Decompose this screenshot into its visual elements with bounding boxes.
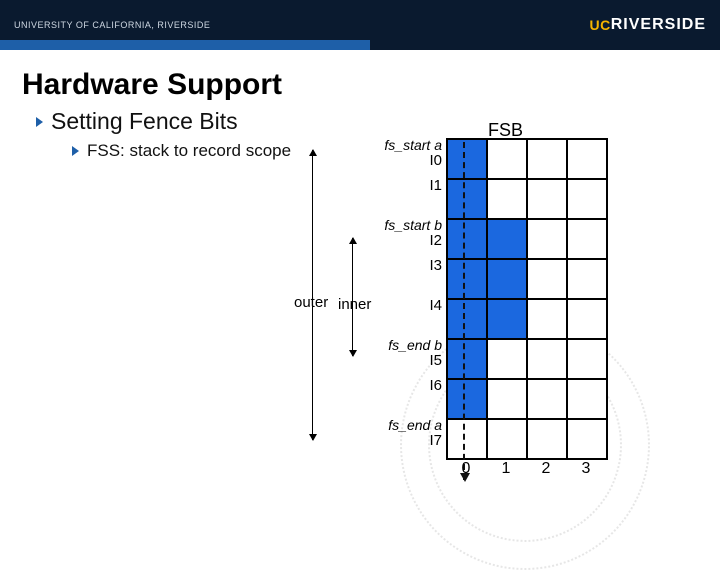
app-header: UNIVERSITY OF CALIFORNIA, RIVERSIDE UC R…	[0, 0, 720, 50]
col-label-0: 0	[446, 460, 486, 478]
fill-direction-arrow	[463, 142, 465, 480]
fsb-cell-r4-c3	[567, 299, 607, 339]
fsb-cell-r5-c1	[487, 339, 527, 379]
fsb-cell-r4-c2	[527, 299, 567, 339]
fsb-cell-r6-c1	[487, 379, 527, 419]
fsb-cell-r6-c3	[567, 379, 607, 419]
fsb-cell-r5-c2	[527, 339, 567, 379]
fsb-cell-r7-c1	[487, 419, 527, 459]
fsb-cell-r5-c3	[567, 339, 607, 379]
outer-scope-arrow	[312, 150, 313, 440]
column-labels: 0 1 2 3	[446, 460, 606, 478]
instruction-labels: fs_start aI0 I1 fs_start bI2 I3 I4 fs_en…	[358, 138, 446, 458]
fsb-cell-r0-c1	[487, 139, 527, 179]
fsb-cell-r3-c0	[447, 259, 487, 299]
fsb-cell-r0-c3	[567, 139, 607, 179]
header-logo: UC RIVERSIDE	[590, 16, 706, 34]
fsb-cell-r2-c0	[447, 219, 487, 259]
col-label-2: 2	[526, 460, 566, 478]
fsb-cell-r6-c2	[527, 379, 567, 419]
inner-scope-label: inner	[338, 296, 371, 313]
logo-uc: UC	[590, 17, 611, 33]
fsb-diagram: FSB fs_start aI0 I1 fs_start bI2 I3 I4 f…	[348, 130, 708, 530]
row-I3: I3	[358, 258, 446, 298]
fsb-cell-r4-c1	[487, 299, 527, 339]
bullet-sub-text: FSS: stack to record scope	[87, 141, 291, 161]
row-I2: fs_start bI2	[358, 218, 446, 258]
row-I7: fs_end aI7	[358, 418, 446, 458]
fsb-cell-r1-c3	[567, 179, 607, 219]
header-accent-bar	[0, 40, 370, 50]
fsb-cell-r1-c2	[527, 179, 567, 219]
fsb-cell-r3-c3	[567, 259, 607, 299]
fsb-cell-r0-c0	[447, 139, 487, 179]
fsb-cell-r3-c1	[487, 259, 527, 299]
fsb-cell-r2-c2	[527, 219, 567, 259]
fsb-grid	[446, 138, 608, 460]
fsb-cell-r7-c3	[567, 419, 607, 459]
fsb-cell-r1-c1	[487, 179, 527, 219]
col-label-1: 1	[486, 460, 526, 478]
fsb-cell-r1-c0	[447, 179, 487, 219]
fsb-cell-r2-c3	[567, 219, 607, 259]
page-title: Hardware Support	[22, 68, 720, 102]
fsb-cell-r6-c0	[447, 379, 487, 419]
fsb-cell-r5-c0	[447, 339, 487, 379]
row-I5: fs_end bI5	[358, 338, 446, 378]
fsb-cell-r2-c1	[487, 219, 527, 259]
bullet-main-text: Setting Fence Bits	[51, 108, 238, 135]
inner-scope-arrow	[352, 238, 353, 356]
row-I1: I1	[358, 178, 446, 218]
chevron-right-icon	[36, 117, 43, 127]
col-label-3: 3	[566, 460, 606, 478]
logo-riverside: RIVERSIDE	[611, 16, 706, 34]
fsb-table	[446, 138, 608, 460]
row-I0: fs_start aI0	[358, 138, 446, 178]
fsb-cell-r3-c2	[527, 259, 567, 299]
fsb-cell-r7-c2	[527, 419, 567, 459]
fsb-cell-r4-c0	[447, 299, 487, 339]
fsb-cell-r0-c2	[527, 139, 567, 179]
fsb-cell-r7-c0	[447, 419, 487, 459]
header-left-text: UNIVERSITY OF CALIFORNIA, RIVERSIDE	[14, 20, 210, 30]
chevron-right-icon	[72, 146, 79, 156]
row-I6: I6	[358, 378, 446, 418]
